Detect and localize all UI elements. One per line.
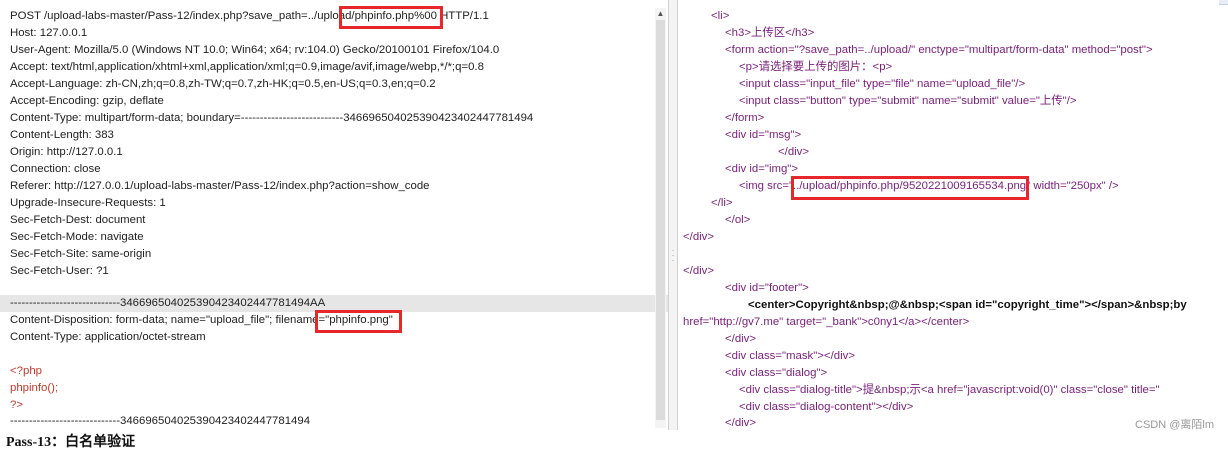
response-line: <div class="mask"></div> [725,350,855,362]
response-line: <p>请选择要上传的图片：<p> [739,61,893,73]
response-line: <input class="button" type="submit" name… [739,95,1077,107]
highlight-img-src [791,176,1029,200]
response-line: <h3>上传区</h3> [725,27,815,39]
request-line: POST /upload-labs-master/Pass-12/index.p… [10,10,489,22]
response-line: <input class="input_file" type="file" na… [739,78,1026,90]
request-line: Accept-Language: zh-CN,zh;q=0.8,zh-TW;q=… [10,78,436,90]
response-line: <div class="dialog-content"></div> [739,401,914,413]
request-line: Content-Length: 383 [10,129,114,141]
response-line: <div id="msg"> [725,129,802,141]
watermark: CSDN @离陌lm [1135,419,1214,431]
splitter-grip-icon: · · · [671,246,675,265]
section-caption: Pass-13：白名单验证 [6,435,136,450]
php-code-line: ?> [10,399,23,411]
request-line: Connection: close [10,163,101,175]
request-line: Host: 127.0.0.1 [10,27,88,39]
request-line: Accept: text/html,application/xhtml+xml,… [10,61,484,73]
request-line: User-Agent: Mozilla/5.0 (Windows NT 10.0… [10,44,500,56]
scroll-up-icon[interactable]: ▲ [656,9,665,18]
request-scrollbar[interactable]: ▲ [655,8,666,428]
request-line: Sec-Fetch-Site: same-origin [10,248,152,260]
request-line: Accept-Encoding: gzip, deflate [10,95,164,107]
request-line: -----------------------------34669650402… [10,415,311,427]
response-line: </div> [683,265,715,277]
request-line: Sec-Fetch-Dest: document [10,214,146,226]
response-line: <center>Copyright&nbsp;@&nbsp;<span id="… [748,299,1187,311]
response-line: <div id="footer"> [725,282,809,294]
response-line: <li> [711,10,730,22]
request-line: Referer: http://127.0.0.1/upload-labs-ma… [10,180,430,192]
response-line: <form action="?save_path=../upload/" enc… [725,44,1153,56]
response-viewer[interactable]: <li> <h3>上传区</h3> <form action="?save_pa… [677,0,1219,430]
scroll-thumb[interactable] [656,20,665,420]
response-line: </ol> [725,214,751,226]
response-line: </div> [778,146,810,158]
response-line: </div> [683,231,715,243]
response-line: <div class="dialog-title">提&nbsp;示<a hre… [739,384,1160,396]
pane-splitter[interactable] [669,0,677,430]
request-line: Upgrade-Insecure-Requests: 1 [10,197,166,209]
request-line: Content-Type: multipart/form-data; bound… [10,112,534,124]
request-editor[interactable]: POST /upload-labs-master/Pass-12/index.p… [0,0,669,430]
request-line: Sec-Fetch-User: ?1 [10,265,109,277]
highlight-save-path [339,6,443,29]
response-line: </form> [725,112,765,124]
response-line: <div class="dialog"> [725,367,828,379]
response-line: </div> [725,333,757,345]
response-line: href="http://gv7.me" target="_bank">c0ny… [683,316,970,328]
php-code-line: phpinfo(); [10,382,59,394]
highlight-filename [315,310,402,333]
request-line: Origin: http://127.0.0.1 [10,146,123,158]
php-code-line: <?php [10,365,42,377]
request-line: Sec-Fetch-Mode: navigate [10,231,144,243]
